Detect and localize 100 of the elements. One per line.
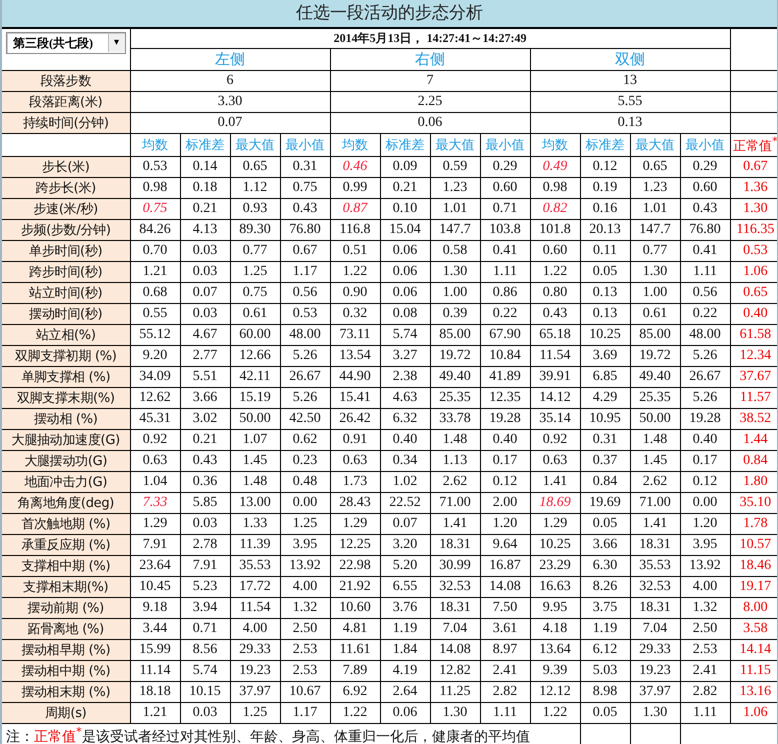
table-cell: 0.06: [380, 282, 430, 304]
table-cell: 34.09: [130, 366, 180, 388]
table-cell: 0.12: [680, 472, 730, 492]
table-cell: 3.30: [130, 92, 330, 112]
table-cell: 48.00: [680, 324, 730, 346]
table-cell: 2.50: [280, 618, 330, 640]
table-cell: 14.12: [530, 388, 580, 408]
table-cell: 1.04: [130, 472, 180, 492]
table-cell: 19.23: [230, 660, 280, 682]
table-cell: 0.06: [380, 262, 430, 282]
table-cell: 0.03: [180, 262, 230, 282]
table-cell: 9.18: [130, 598, 180, 618]
table-cell: 1.32: [280, 598, 330, 618]
table-cell: 0.71: [180, 618, 230, 640]
table-cell: 37.97: [230, 682, 280, 702]
table-cell: 13.54: [330, 346, 380, 366]
table-cell: 0.46: [330, 156, 380, 178]
table-cell: 13.92: [280, 556, 330, 576]
table-cell: 11.61: [330, 640, 380, 660]
table-cell: 0.65: [230, 156, 280, 178]
table-cell: 12.25: [330, 534, 380, 556]
table-cell: 5.26: [280, 388, 330, 408]
table-cell: 0.12: [480, 472, 530, 492]
table-cell: 19.28: [480, 408, 530, 430]
table-cell: 1.73: [330, 472, 380, 492]
table-cell: 6: [130, 70, 330, 92]
table-cell: 0.03: [180, 702, 230, 724]
table-cell: 18.31: [630, 534, 680, 556]
table-cell: 5.20: [380, 556, 430, 576]
segment-dropdown[interactable]: 第三段(共七段) ▾: [6, 32, 126, 54]
table-cell: 3.94: [180, 598, 230, 618]
table-cell: 1.13: [430, 450, 480, 472]
side-header: 左侧: [130, 48, 330, 70]
table-cell: 18.31: [630, 598, 680, 618]
row-label: 双脚支撑初期 (%): [2, 346, 130, 366]
table-cell: 14.08: [430, 640, 480, 660]
table-cell: 0.41: [680, 240, 730, 262]
table-cell: 22.52: [380, 492, 430, 514]
table-cell: 0.60: [530, 240, 580, 262]
table-cell: 0.18: [180, 178, 230, 198]
column-header: 正常值$^{*}$: [730, 134, 777, 156]
table-cell: 5.74: [180, 660, 230, 682]
table-cell: 0.40: [380, 430, 430, 450]
table-cell: 0.75: [230, 282, 280, 304]
table-cell: 33.78: [430, 408, 480, 430]
table-cell: 12.12: [530, 682, 580, 702]
table-cell: 55.12: [130, 324, 180, 346]
table-cell: 0.70: [130, 240, 180, 262]
table-cell: 1.17: [280, 702, 330, 724]
table-cell: 0.98: [530, 178, 580, 198]
table-cell: 1.25: [230, 702, 280, 724]
table-cell: 0.00: [680, 492, 730, 514]
table-cell: 5.55: [530, 92, 730, 112]
table-cell: 11.14: [130, 660, 180, 682]
table-cell: 0.34: [380, 450, 430, 472]
table-cell: 6.32: [380, 408, 430, 430]
table-cell: 0.06: [380, 702, 430, 724]
row-label: 站立相(%): [2, 324, 130, 346]
table-cell: 10.95: [580, 408, 630, 430]
table-cell: 0.80: [530, 282, 580, 304]
table-cell: 21.92: [330, 576, 380, 598]
table-cell: 0.99: [330, 178, 380, 198]
table-cell: 0.63: [130, 450, 180, 472]
table-cell: 0.90: [330, 282, 380, 304]
row-label: 跖骨离地 (%): [2, 618, 130, 640]
table-cell: 0.32: [330, 304, 380, 324]
table-cell: 0.59: [430, 156, 480, 178]
table-cell: 1.30: [430, 262, 480, 282]
table-cell: 0.23: [280, 450, 330, 472]
table-cell: 1.29: [330, 514, 380, 534]
table-cell: 2.64: [380, 682, 430, 702]
table-cell: 2.41: [680, 660, 730, 682]
table-cell: 1.30: [430, 702, 480, 724]
table-cell: 4.13: [180, 220, 230, 240]
table-cell: 1.19: [380, 618, 430, 640]
table-cell: 3.95: [280, 534, 330, 556]
table-cell: 23.64: [130, 556, 180, 576]
table-cell: 0.43: [180, 450, 230, 472]
sheet-title: 任选一段活动的步态分析: [2, 0, 777, 28]
row-label: 单步时间(秒): [2, 240, 130, 262]
table-cell: 5.23: [180, 576, 230, 598]
table-cell: 12.35: [480, 388, 530, 408]
column-header: 最大值: [430, 134, 480, 156]
table-cell: 11.54: [230, 598, 280, 618]
table-cell: 6.92: [330, 682, 380, 702]
table-cell: 4.19: [380, 660, 430, 682]
row-label: 摆动相末期 (%): [2, 682, 130, 702]
table-cell: 84.26: [130, 220, 180, 240]
table-cell: 1.00: [630, 282, 680, 304]
table-cell: 35.53: [630, 556, 680, 576]
table-cell: 4.00: [680, 576, 730, 598]
row-label: 摆动相早期 (%): [2, 640, 130, 660]
table-cell: 35.53: [230, 556, 280, 576]
table-cell: 4.00: [280, 576, 330, 598]
table-cell: 10.15: [180, 682, 230, 702]
table-cell: 8.97: [480, 640, 530, 660]
table-cell: 10.84: [480, 346, 530, 366]
table-cell: 3.66: [580, 534, 630, 556]
table-cell: 3.02: [180, 408, 230, 430]
table-cell: 12.66: [230, 346, 280, 366]
